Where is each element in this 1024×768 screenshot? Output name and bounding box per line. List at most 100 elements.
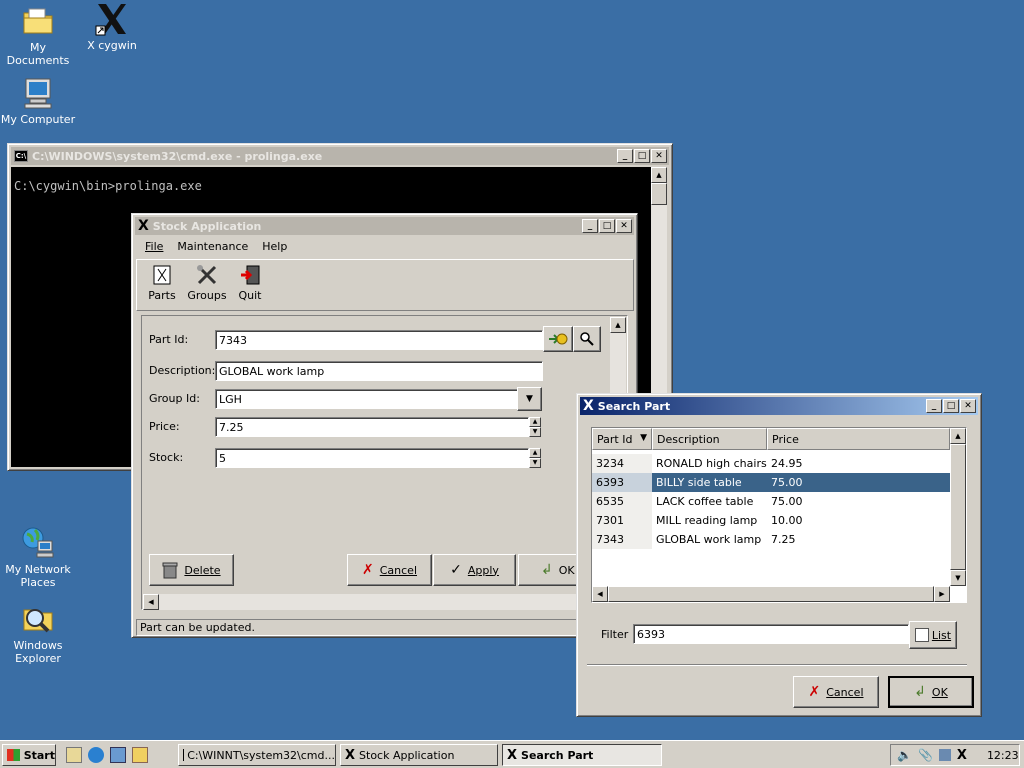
group-dropdown-button[interactable]: ▼	[517, 387, 542, 411]
desktop-icon-my-network-places[interactable]: My Network Places	[0, 526, 76, 589]
search-part-window[interactable]: X Search Part _ □ ✕ Part Id ▼ Descriptio…	[576, 393, 982, 717]
maximize-button[interactable]: □	[943, 399, 959, 413]
scroll-down-button[interactable]: ▼	[950, 570, 966, 586]
table-row[interactable]: 6535 LACK coffee table 75.00	[592, 492, 950, 511]
form-vertical-scrollbar[interactable]: ▲	[610, 317, 626, 397]
scroll-right-button[interactable]: ▶	[934, 586, 950, 602]
spin-down-button[interactable]: ▼	[529, 427, 541, 437]
network-tray-icon[interactable]	[938, 749, 951, 761]
minimize-button[interactable]: _	[926, 399, 942, 413]
scroll-left-button[interactable]: ◀	[592, 586, 608, 602]
scroll-thumb[interactable]	[950, 444, 966, 570]
filter-input[interactable]: 6393	[633, 624, 909, 644]
menu-maintenance[interactable]: Maintenance	[177, 238, 248, 256]
cell-price: 75.00	[771, 476, 803, 489]
table-row-selected[interactable]: 6393 BILLY side table 75.00	[592, 473, 950, 492]
table-row[interactable]: 7301 MILL reading lamp 10.00	[592, 511, 950, 530]
form-horizontal-scrollbar[interactable]: ◀	[143, 594, 583, 610]
stock-window[interactable]: X Stock Application _ □ ✕ File Maintenan…	[131, 213, 638, 638]
taskbar-button-stock[interactable]: X Stock Application	[340, 744, 498, 766]
column-header-part-id[interactable]: Part Id ▼	[592, 428, 652, 450]
button-label: Cancel	[826, 685, 864, 699]
maximize-button[interactable]: □	[634, 149, 650, 163]
desktop-icon-my-computer[interactable]: My Computer	[0, 76, 76, 126]
close-button[interactable]: ✕	[960, 399, 976, 413]
paperclip-icon[interactable]: 📎	[918, 748, 933, 762]
minimize-button[interactable]: _	[617, 149, 633, 163]
clock: 12:23	[986, 748, 1019, 762]
taskbar-button-search[interactable]: X Search Part	[502, 744, 662, 766]
column-label: Part Id	[597, 433, 633, 446]
close-button[interactable]: ✕	[616, 219, 632, 233]
stock-titlebar[interactable]: X Stock Application _ □ ✕	[135, 217, 634, 235]
explorer-icon[interactable]	[132, 747, 148, 763]
scroll-up-button[interactable]: ▲	[651, 167, 667, 183]
list-horizontal-scrollbar[interactable]: ◀ ▶	[592, 586, 950, 602]
volume-icon[interactable]: 🔈	[897, 748, 912, 762]
column-header-price[interactable]: Price	[767, 428, 950, 450]
toolbar-groups-button[interactable]: Groups	[187, 264, 227, 302]
description-field[interactable]: GLOBAL work lamp	[215, 361, 543, 381]
spin-up-button[interactable]: ▲	[529, 448, 541, 458]
cell-part-id: 7301	[592, 511, 652, 530]
price-field[interactable]: 7.25	[215, 417, 529, 437]
cell-part-id: 6393	[592, 473, 652, 492]
stock-field[interactable]: 5	[215, 448, 529, 468]
outlook-icon[interactable]	[110, 747, 126, 763]
desktop-icon-windows-explorer[interactable]: Windows Explorer	[0, 602, 76, 665]
part-id-field[interactable]: 7343	[215, 330, 543, 350]
status-bar: Part can be updated.	[136, 619, 633, 636]
x-logo-icon: X	[507, 747, 518, 763]
checkmark-icon: ✓	[450, 562, 462, 578]
desktop-icon-x-cygwin[interactable]: X cygwin	[74, 2, 150, 52]
scroll-up-button[interactable]: ▲	[610, 317, 626, 333]
menu-help[interactable]: Help	[262, 238, 287, 256]
scroll-left-button[interactable]: ◀	[143, 594, 159, 610]
apply-button[interactable]: ✓ Apply	[433, 554, 516, 586]
price-spinner[interactable]: ▲ ▼	[529, 417, 541, 437]
cmd-titlebar[interactable]: C:\ C:\WINDOWS\system32\cmd.exe - prolin…	[11, 147, 669, 165]
network-icon	[21, 526, 55, 560]
toolbar: Parts Groups Quit	[136, 259, 634, 311]
window-title: Stock Application	[152, 219, 262, 233]
fetch-part-button[interactable]	[543, 326, 573, 352]
cancel-x-icon: ✗	[808, 684, 821, 700]
x-server-icon[interactable]: X	[957, 748, 967, 763]
x-logo-icon	[95, 2, 129, 36]
cell-description: MILL reading lamp	[656, 514, 758, 527]
toolbar-parts-button[interactable]: Parts	[147, 264, 177, 302]
show-desktop-icon[interactable]	[66, 747, 82, 763]
toolbar-quit-button[interactable]: Quit	[235, 264, 265, 302]
scroll-thumb[interactable]	[608, 586, 934, 602]
scroll-thumb[interactable]	[651, 183, 667, 205]
spin-up-button[interactable]: ▲	[529, 417, 541, 427]
table-row[interactable]: 7343 GLOBAL work lamp 7.25	[592, 530, 950, 549]
price-label: Price:	[149, 420, 180, 433]
internet-explorer-icon[interactable]	[88, 747, 104, 763]
stock-spinner[interactable]: ▲ ▼	[529, 448, 541, 468]
maximize-button[interactable]: □	[599, 219, 615, 233]
table-row[interactable]: 3234 RONALD high chairs 24.95	[592, 454, 950, 473]
column-header-description[interactable]: Description	[652, 428, 767, 450]
taskbar-button-cmd[interactable]: C:\WINNT\system32\cmd...	[178, 744, 336, 766]
cell-part-id: 3234	[592, 454, 652, 473]
parts-list[interactable]: Part Id ▼ Description Price 3234 RONALD …	[591, 427, 967, 603]
spin-down-button[interactable]: ▼	[529, 458, 541, 468]
search-ok-button[interactable]: ↲ OK	[888, 676, 974, 708]
group-id-select[interactable]: LGH	[215, 389, 519, 409]
menu-file[interactable]: File	[145, 238, 163, 256]
task-label: Stock Application	[359, 748, 455, 762]
ok-arrow-icon: ↲	[541, 562, 553, 578]
delete-button[interactable]: Delete	[149, 554, 234, 586]
search-titlebar[interactable]: X Search Part _ □ ✕	[580, 397, 978, 415]
desktop-icon-my-documents[interactable]: My Documents	[0, 4, 76, 67]
search-cancel-button[interactable]: ✗ Cancel	[793, 676, 879, 708]
search-part-button[interactable]	[573, 326, 601, 352]
list-button[interactable]: List	[909, 621, 957, 649]
scroll-up-button[interactable]: ▲	[950, 428, 966, 444]
close-button[interactable]: ✕	[651, 149, 667, 163]
cancel-button[interactable]: ✗ Cancel	[347, 554, 432, 586]
list-vertical-scrollbar[interactable]: ▲ ▼	[950, 428, 966, 586]
minimize-button[interactable]: _	[582, 219, 598, 233]
start-button[interactable]: Start	[2, 744, 56, 766]
